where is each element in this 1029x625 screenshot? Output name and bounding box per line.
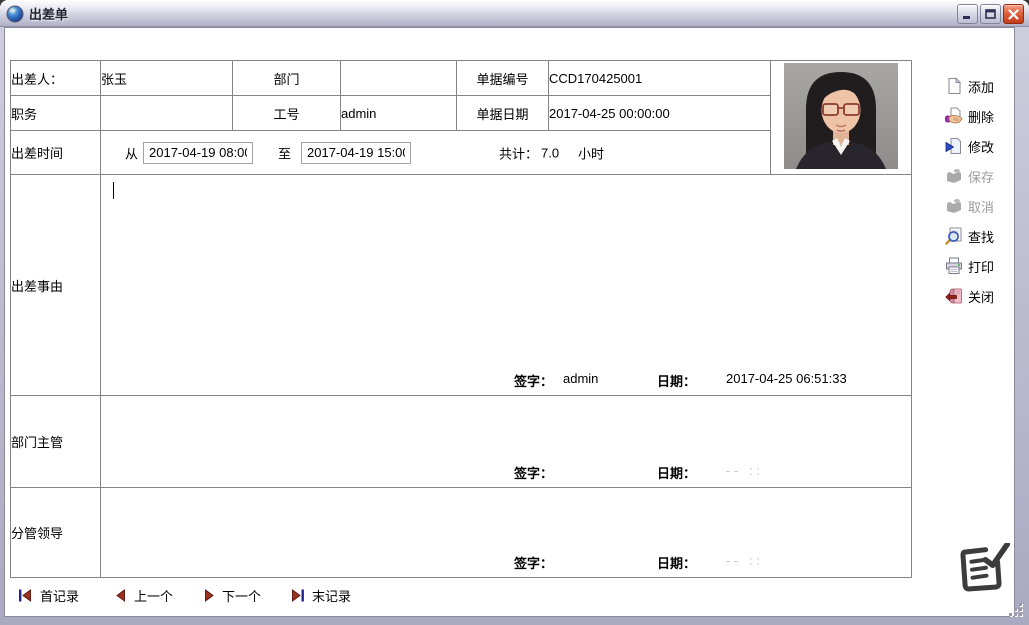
document-check-logo bbox=[951, 541, 1013, 598]
trip-time-label: 出差时间 bbox=[10, 130, 101, 175]
total-unit-label: 小时 bbox=[578, 146, 605, 161]
emp-no-field[interactable]: admin bbox=[340, 95, 457, 131]
cancel-button-label: 取消 bbox=[968, 199, 995, 215]
doc-date-label: 单据日期 bbox=[456, 95, 549, 131]
reason-sign-value: admin bbox=[563, 371, 599, 386]
position-label: 职务 bbox=[10, 95, 101, 131]
globe-icon bbox=[6, 5, 24, 23]
employee-photo bbox=[784, 63, 898, 169]
supervisor-date-label: 日期： bbox=[657, 466, 697, 481]
print-button-label: 打印 bbox=[968, 259, 995, 275]
modify-button[interactable]: 修改 bbox=[945, 131, 1015, 161]
trip-time-row: 从 至 共计： 7.0 小时 bbox=[100, 130, 771, 175]
minimize-icon bbox=[963, 15, 970, 19]
add-doc-icon bbox=[945, 77, 963, 95]
save-button[interactable]: 保存 bbox=[945, 161, 1015, 191]
leader-label: 分管领导 bbox=[10, 487, 101, 578]
close-book-icon bbox=[945, 287, 963, 305]
total-label: 共计： bbox=[499, 146, 539, 161]
reason-label: 出差事由 bbox=[10, 174, 101, 396]
delete-hand-icon bbox=[945, 107, 963, 125]
modify-button-label: 修改 bbox=[968, 139, 995, 155]
nav-first-icon bbox=[19, 589, 31, 602]
text-caret bbox=[113, 182, 114, 199]
close-button[interactable] bbox=[1003, 4, 1024, 24]
delete-button[interactable]: 删除 bbox=[945, 101, 1015, 131]
app-window: 出差单 出差人： 张玉 部门 单据编号 CCD170425001 职务 工号 a… bbox=[0, 0, 1029, 625]
add-button[interactable]: 添加 bbox=[945, 71, 1015, 101]
traveler-label: 出差人： bbox=[10, 60, 101, 96]
reason-area[interactable]: 签字： admin 日期： 2017-04-25 06:51:33 bbox=[100, 174, 912, 396]
close-icon bbox=[1008, 8, 1019, 20]
leader-date-value: - - : : bbox=[726, 553, 760, 568]
leader-sign-label: 签字： bbox=[514, 556, 554, 571]
last-record-button[interactable]: 末记录 bbox=[290, 586, 351, 605]
titlebar[interactable]: 出差单 bbox=[0, 0, 1029, 27]
first-record-button[interactable]: 首记录 bbox=[18, 586, 79, 605]
cancel-button[interactable]: 取消 bbox=[945, 191, 1015, 221]
trip-form-table: 出差人： 张玉 部门 单据编号 CCD170425001 职务 工号 admin… bbox=[10, 60, 912, 578]
close-form-button[interactable]: 关闭 bbox=[945, 281, 1015, 311]
supervisor-area[interactable]: 签字： 日期： - - : : bbox=[100, 395, 912, 488]
dept-label: 部门 bbox=[232, 60, 341, 96]
nav-last-icon bbox=[292, 589, 304, 602]
doc-no-label: 单据编号 bbox=[456, 60, 549, 96]
form-panel: 出差人： 张玉 部门 单据编号 CCD170425001 职务 工号 admin… bbox=[4, 27, 1015, 617]
supervisor-sign-label: 签字： bbox=[514, 466, 554, 481]
next-record-button[interactable]: 下一个 bbox=[203, 586, 261, 605]
prev-record-label: 上一个 bbox=[134, 589, 174, 604]
save-button-label: 保存 bbox=[968, 169, 995, 185]
maximize-icon bbox=[985, 8, 996, 19]
doc-date-field[interactable]: 2017-04-25 00:00:00 bbox=[548, 95, 771, 131]
reason-sign-label: 签字： bbox=[514, 374, 554, 389]
last-record-label: 末记录 bbox=[312, 589, 352, 604]
nav-next-icon bbox=[205, 589, 214, 602]
maximize-button[interactable] bbox=[980, 4, 1001, 24]
trip-from-input[interactable] bbox=[143, 141, 253, 164]
reason-date-label: 日期： bbox=[657, 374, 697, 389]
prev-record-button[interactable]: 上一个 bbox=[115, 586, 173, 605]
save-icon bbox=[945, 167, 963, 185]
emp-no-label: 工号 bbox=[232, 95, 341, 131]
to-label: 至 bbox=[278, 146, 292, 161]
minimize-button[interactable] bbox=[957, 4, 978, 24]
modify-arrow-icon bbox=[945, 137, 963, 155]
print-printer-icon bbox=[945, 257, 963, 275]
leader-date-label: 日期： bbox=[657, 556, 697, 571]
find-button[interactable]: 查找 bbox=[945, 221, 1015, 251]
supervisor-date-value: - - : : bbox=[726, 463, 760, 478]
reason-date-value: 2017-04-25 06:51:33 bbox=[726, 371, 847, 386]
next-record-label: 下一个 bbox=[222, 589, 262, 604]
toolbar: 添加 删除 修改 保存 取消 查找 打印 关闭 bbox=[945, 71, 1015, 311]
position-field[interactable] bbox=[100, 95, 233, 131]
supervisor-label: 部门主管 bbox=[10, 395, 101, 488]
trip-to-input[interactable] bbox=[301, 141, 411, 164]
resize-grip[interactable] bbox=[1009, 603, 1024, 618]
window-title: 出差单 bbox=[29, 7, 69, 22]
record-navigation: 首记录 上一个 下一个 末记录 bbox=[5, 586, 1014, 610]
find-magnifier-icon bbox=[945, 227, 963, 245]
traveler-field[interactable]: 张玉 bbox=[100, 60, 233, 96]
print-button[interactable]: 打印 bbox=[945, 251, 1015, 281]
add-button-label: 添加 bbox=[968, 79, 995, 95]
cancel-icon bbox=[945, 197, 963, 215]
close-form-button-label: 关闭 bbox=[968, 289, 995, 305]
nav-prev-icon bbox=[116, 589, 125, 602]
doc-no-field[interactable]: CCD170425001 bbox=[548, 60, 771, 96]
from-label: 从 bbox=[125, 146, 139, 161]
leader-area[interactable]: 签字： 日期： - - : : bbox=[100, 487, 912, 578]
delete-button-label: 删除 bbox=[968, 109, 995, 125]
dept-field[interactable] bbox=[340, 60, 457, 96]
find-button-label: 查找 bbox=[968, 229, 995, 245]
first-record-label: 首记录 bbox=[40, 589, 80, 604]
total-hours-value: 7.0 bbox=[541, 145, 560, 160]
employee-photo-cell[interactable] bbox=[770, 60, 912, 175]
